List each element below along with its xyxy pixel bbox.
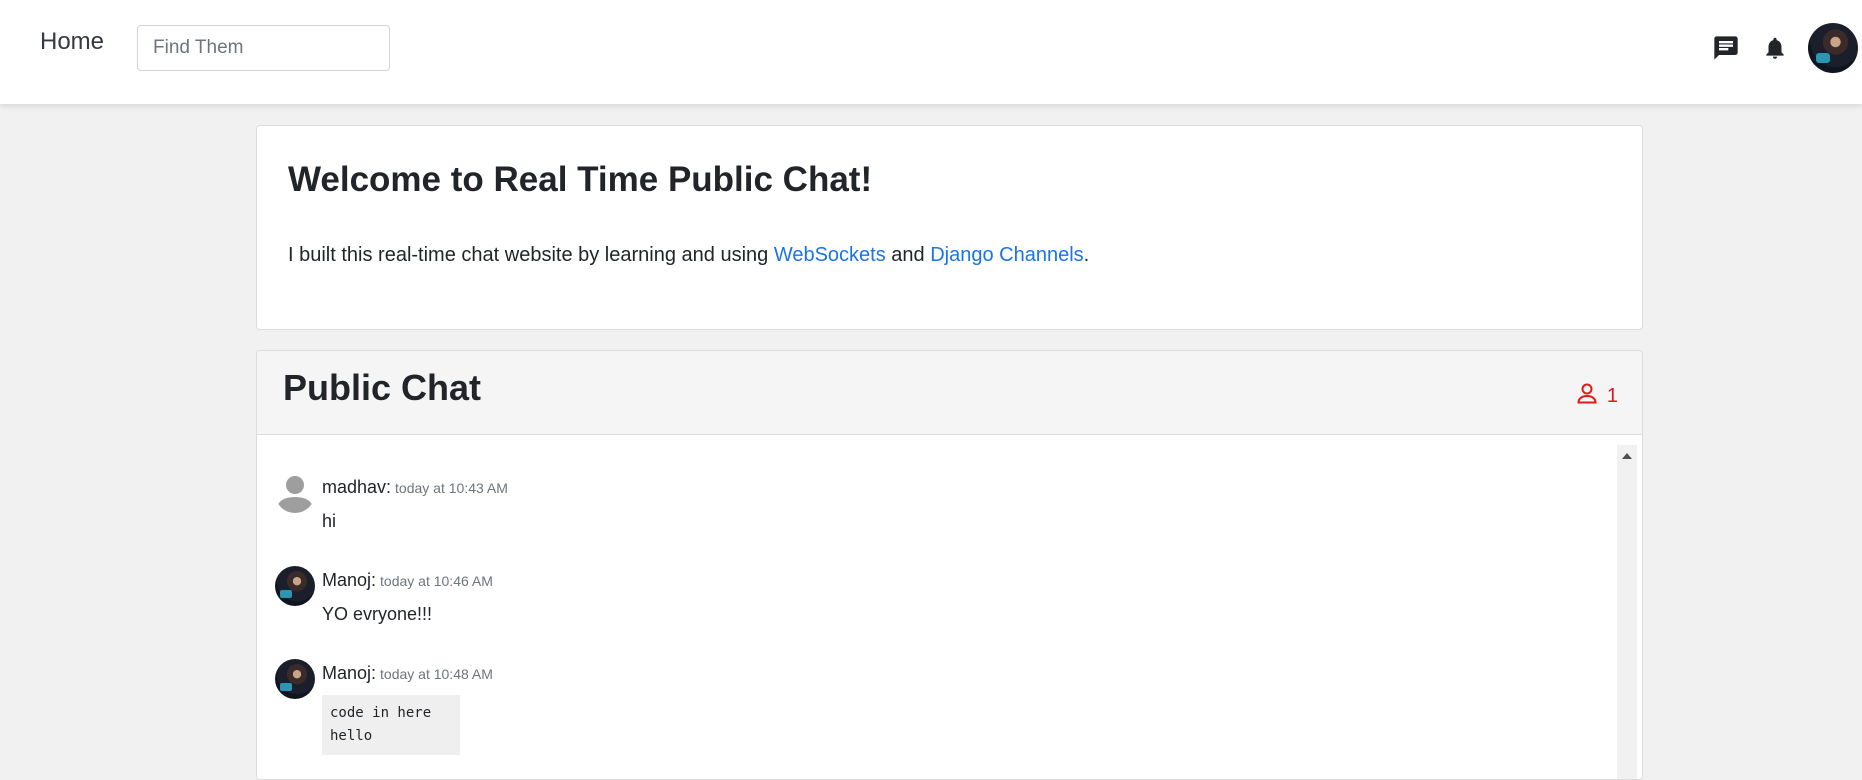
person-icon [1575,381,1599,411]
default-avatar-icon [275,473,315,513]
message-code-block: code in here hello [322,695,460,755]
message-meta: madhav: today at 10:43 AM [322,477,508,498]
websockets-link[interactable]: WebSockets [774,244,886,266]
welcome-description: I built this real-time chat website by l… [288,244,1089,267]
bell-icon[interactable] [1761,34,1789,62]
top-navbar: Home [0,0,1862,104]
message-username[interactable]: Manoj: [322,663,376,683]
profile-avatar[interactable] [1808,23,1858,73]
message-text: hi [322,511,337,531]
online-users-indicator: 1 [1575,381,1618,411]
welcome-text-middle: and [885,244,931,266]
message-meta: Manoj: today at 10:48 AM [322,663,493,684]
online-count: 1 [1606,384,1618,407]
welcome-text-after: . [1083,244,1090,266]
django-channels-link[interactable]: Django Channels [930,244,1083,266]
public-chat-card: Public Chat 1 madhav: today at 10:43 AM h… [256,350,1643,780]
scroll-up-arrow-icon[interactable] [1622,453,1632,459]
message-timestamp: today at 10:43 AM [395,480,508,496]
user-avatar [275,566,315,606]
message-text: YO evryone!!! [322,604,433,624]
user-avatar [275,659,315,699]
message-meta: Manoj: today at 10:46 AM [322,570,493,591]
message-timestamp: today at 10:46 AM [380,573,493,589]
chat-scrollbar[interactable] [1617,445,1637,779]
message-username[interactable]: Manoj: [322,570,376,590]
chat-icon[interactable] [1712,34,1740,62]
welcome-title: Welcome to Real Time Public Chat! [288,160,873,199]
home-link[interactable]: Home [40,28,104,56]
chat-log[interactable]: madhav: today at 10:43 AM hi Manoj: today … [257,435,1642,779]
welcome-text-before: I built this real-time chat website by l… [288,244,774,266]
search-input[interactable] [137,25,390,71]
chat-header: Public Chat 1 [257,351,1642,435]
message-timestamp: today at 10:48 AM [380,666,493,682]
message-username[interactable]: madhav: [322,477,391,497]
welcome-card: Welcome to Real Time Public Chat! I buil… [256,125,1643,330]
chat-title: Public Chat [283,367,482,408]
